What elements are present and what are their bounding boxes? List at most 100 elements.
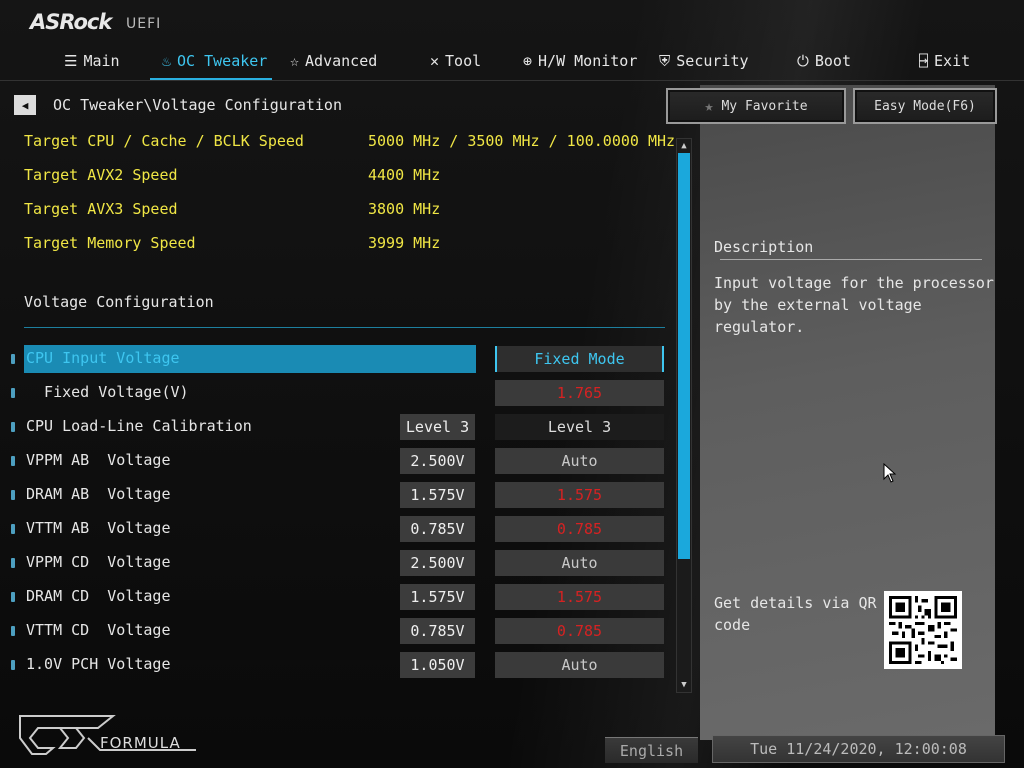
row-marker bbox=[11, 490, 15, 500]
tab-main[interactable]: ☰ Main bbox=[64, 52, 120, 70]
list-icon: ☰ bbox=[64, 52, 78, 70]
current-value: 1.575V bbox=[400, 584, 475, 610]
description-text: Input voltage for the processor by the e… bbox=[714, 274, 994, 336]
target-label: Target Memory Speed bbox=[24, 234, 196, 252]
row-marker bbox=[11, 388, 15, 398]
tools-icon: ✕ bbox=[430, 52, 440, 70]
back-button[interactable]: ◀ bbox=[14, 95, 36, 115]
scroll-up-icon[interactable]: ▲ bbox=[677, 139, 691, 153]
tab-advanced-label: Advanced bbox=[305, 52, 378, 70]
section-divider bbox=[24, 327, 665, 328]
cpu-llc-row[interactable]: CPU Load-Line Calibration Level 3 Level … bbox=[0, 413, 670, 441]
cpu-input-voltage-row[interactable]: CPU Input Voltage Fixed Mode bbox=[0, 345, 670, 373]
favorite-star-icon: ★ bbox=[704, 97, 714, 115]
row-label: VTTM AB Voltage bbox=[26, 519, 171, 537]
cpu-input-voltage-select[interactable]: Fixed Mode bbox=[495, 346, 664, 372]
easy-mode-label: Easy Mode(F6) bbox=[874, 98, 976, 114]
scrollbar[interactable]: ▲ ▼ bbox=[676, 138, 692, 693]
row-marker bbox=[11, 422, 15, 432]
cpu-llc-select[interactable]: Level 3 bbox=[495, 414, 664, 440]
dram-cd-input[interactable]: 1.575 bbox=[495, 584, 664, 610]
row-label: CPU Load-Line Calibration bbox=[26, 417, 252, 435]
scroll-down-icon[interactable]: ▼ bbox=[677, 678, 691, 692]
vttm-cd-row[interactable]: VTTM CD Voltage 0.785V 0.785 bbox=[0, 617, 670, 645]
row-marker bbox=[11, 592, 15, 602]
description-title: Description bbox=[714, 238, 814, 256]
target-value: 3800 MHz bbox=[368, 200, 441, 218]
tab-advanced[interactable]: ☆ Advanced bbox=[290, 52, 377, 70]
top-nav: ☰ Main ♨ OC Tweaker ☆ Advanced ✕ Tool ⊕ … bbox=[0, 46, 1024, 80]
target-label: Target AVX3 Speed bbox=[24, 200, 178, 218]
current-value: 0.785V bbox=[400, 618, 475, 644]
row-label: VPPM AB Voltage bbox=[26, 451, 171, 469]
monitor-icon: ⊕ bbox=[523, 52, 533, 70]
row-marker bbox=[11, 660, 15, 670]
tab-exit[interactable]: ⍈ Exit bbox=[919, 52, 970, 70]
row-label: VPPM CD Voltage bbox=[26, 553, 171, 571]
pch-voltage-row[interactable]: 1.0V PCH Voltage 1.050V Auto bbox=[0, 651, 670, 679]
tab-security[interactable]: ⛨ Security bbox=[659, 52, 749, 70]
dram-ab-row[interactable]: DRAM AB Voltage 1.575V 1.575 bbox=[0, 481, 670, 509]
scroll-thumb[interactable] bbox=[678, 153, 690, 559]
row-label: VTTM CD Voltage bbox=[26, 621, 171, 639]
row-marker bbox=[11, 558, 15, 568]
breadcrumb: OC Tweaker\Voltage Configuration bbox=[53, 96, 342, 114]
easy-mode-button[interactable]: Easy Mode(F6) bbox=[853, 88, 997, 124]
target-value: 4400 MHz bbox=[368, 166, 441, 184]
tab-tool[interactable]: ✕ Tool bbox=[430, 52, 481, 70]
current-value: 1.575V bbox=[400, 482, 475, 508]
back-arrow-icon: ◀ bbox=[21, 98, 29, 112]
fixed-voltage-row[interactable]: Fixed Voltage(V) 1.765 bbox=[0, 379, 670, 407]
description-divider bbox=[720, 259, 982, 260]
target-memory-row: Target Memory Speed 3999 MHz bbox=[24, 234, 440, 256]
row-marker bbox=[11, 524, 15, 534]
vttm-cd-input[interactable]: 0.785 bbox=[495, 618, 664, 644]
current-value: 2.500V bbox=[400, 448, 475, 474]
vppm-ab-input[interactable]: Auto bbox=[495, 448, 664, 474]
exit-icon: ⍈ bbox=[919, 52, 929, 70]
row-label: DRAM AB Voltage bbox=[26, 485, 171, 503]
dram-cd-row[interactable]: DRAM CD Voltage 1.575V 1.575 bbox=[0, 583, 670, 611]
datetime-display: Tue 11/24/2020, 12:00:08 bbox=[712, 735, 1005, 763]
my-favorite-button[interactable]: ★ My Favorite bbox=[666, 88, 846, 124]
brand-sub: UEFI bbox=[126, 16, 162, 32]
tab-hw-monitor[interactable]: ⊕ H/W Monitor bbox=[523, 52, 637, 70]
tab-exit-label: Exit bbox=[934, 52, 971, 70]
star-icon: ☆ bbox=[290, 52, 300, 70]
power-icon: ⏻ bbox=[797, 52, 809, 70]
tab-oc-tweaker[interactable]: ♨ OC Tweaker bbox=[162, 52, 267, 70]
row-label: Fixed Voltage(V) bbox=[26, 383, 189, 401]
dram-ab-input[interactable]: 1.575 bbox=[495, 482, 664, 508]
row-marker bbox=[11, 456, 15, 466]
active-tab-indicator bbox=[150, 78, 272, 80]
current-value: 2.500V bbox=[400, 550, 475, 576]
row-label: DRAM CD Voltage bbox=[26, 587, 171, 605]
pch-voltage-input[interactable]: Auto bbox=[495, 652, 664, 678]
row-marker bbox=[11, 626, 15, 636]
fixed-voltage-input[interactable]: 1.765 bbox=[495, 380, 664, 406]
logo-text: FORMULA bbox=[100, 734, 181, 752]
vppm-ab-row[interactable]: VPPM AB Voltage 2.500V Auto bbox=[0, 447, 670, 475]
tab-oc-tweaker-label: OC Tweaker bbox=[177, 52, 268, 70]
tab-main-label: Main bbox=[83, 52, 120, 70]
tab-hw-monitor-label: H/W Monitor bbox=[538, 52, 638, 70]
language-button[interactable]: English bbox=[605, 737, 698, 763]
formula-logo: FORMULA bbox=[18, 710, 198, 760]
vppm-cd-row[interactable]: VPPM CD Voltage 2.500V Auto bbox=[0, 549, 670, 577]
tab-boot[interactable]: ⏻ Boot bbox=[797, 52, 851, 70]
target-value: 3999 MHz bbox=[368, 234, 441, 252]
section-title: Voltage Configuration bbox=[24, 293, 214, 311]
tab-security-label: Security bbox=[676, 52, 749, 70]
vttm-ab-input[interactable]: 0.785 bbox=[495, 516, 664, 542]
nav-divider bbox=[0, 80, 1024, 81]
shield-icon: ⛨ bbox=[659, 52, 671, 70]
vttm-ab-row[interactable]: VTTM AB Voltage 0.785V 0.785 bbox=[0, 515, 670, 543]
vppm-cd-input[interactable]: Auto bbox=[495, 550, 664, 576]
target-label: Target AVX2 Speed bbox=[24, 166, 178, 184]
qr-caption: Get details via QR code bbox=[714, 594, 877, 634]
row-marker bbox=[11, 354, 15, 364]
target-cpu-row: Target CPU / Cache / BCLK Speed 5000 MHz… bbox=[24, 132, 675, 154]
mouse-cursor-icon bbox=[883, 462, 897, 487]
brand-logo: ASRock bbox=[30, 10, 112, 34]
tab-boot-label: Boot bbox=[814, 52, 851, 70]
